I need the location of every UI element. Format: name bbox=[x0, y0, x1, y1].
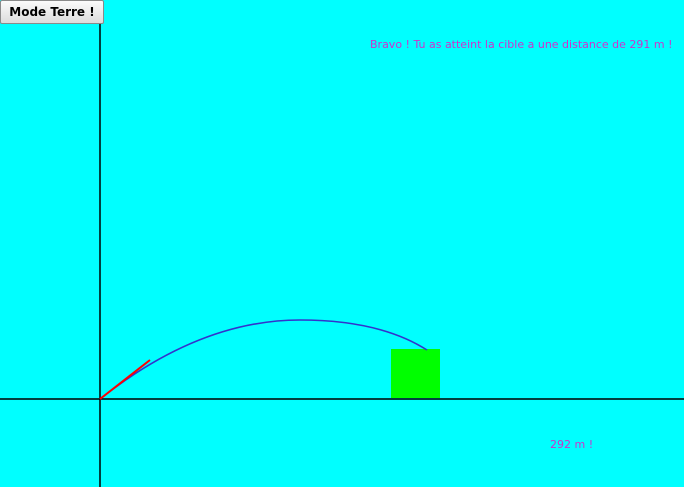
mode-terre-button[interactable]: Mode Terre ! bbox=[0, 0, 104, 24]
cannon-barrel bbox=[99, 359, 151, 400]
game-canvas bbox=[0, 22, 684, 487]
success-message: Bravo ! Tu as atteint la cible a une dis… bbox=[370, 38, 673, 51]
distance-label: 292 m ! bbox=[550, 438, 594, 451]
target-box bbox=[391, 349, 440, 398]
